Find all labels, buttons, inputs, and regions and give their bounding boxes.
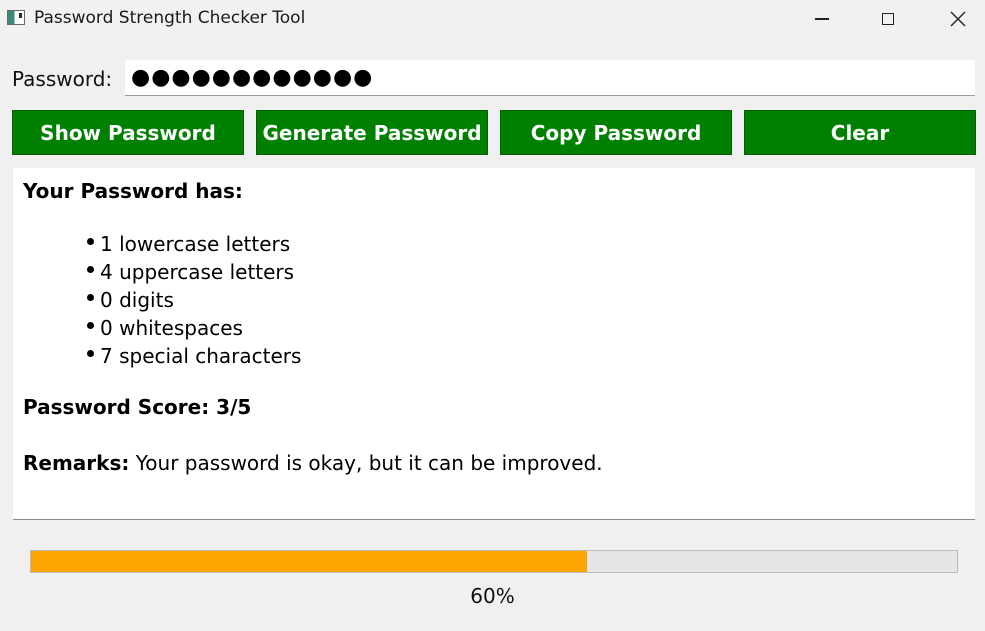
close-button[interactable]	[928, 0, 985, 38]
bullet-icon	[87, 237, 94, 245]
stat-text: lowercase letters	[119, 232, 291, 256]
show-password-button[interactable]: Show Password	[12, 110, 244, 155]
bullet-icon	[87, 321, 94, 329]
list-item: 4 uppercase letters	[87, 258, 301, 286]
progress-fill	[31, 551, 587, 572]
progress-percent: 60%	[470, 584, 515, 608]
strength-progress-bar	[30, 550, 958, 573]
clear-button[interactable]: Clear	[744, 110, 976, 155]
app-window-icon	[7, 10, 25, 25]
password-input[interactable]	[125, 60, 975, 96]
list-item: 0 whitespaces	[87, 314, 301, 342]
maximize-button[interactable]	[858, 0, 918, 38]
app-window: Password Strength Checker Tool Password:…	[0, 0, 985, 631]
stat-count: 4	[100, 260, 113, 284]
remarks-label: Remarks:	[23, 451, 130, 475]
copy-password-button[interactable]: Copy Password	[500, 110, 732, 155]
bullet-icon	[87, 349, 94, 357]
stat-count: 0	[100, 288, 113, 312]
stat-text: digits	[119, 288, 174, 312]
window-title: Password Strength Checker Tool	[34, 8, 306, 28]
bullet-icon	[87, 265, 94, 273]
generate-password-button[interactable]: Generate Password	[256, 110, 488, 155]
stat-count: 0	[100, 316, 113, 340]
stat-text: uppercase letters	[119, 260, 295, 284]
stat-count: 7	[100, 344, 113, 368]
list-item: 1 lowercase letters	[87, 230, 301, 258]
minimize-icon	[815, 18, 829, 20]
stats-list: 1 lowercase letters 4 uppercase letters …	[87, 230, 301, 370]
close-icon	[950, 11, 966, 27]
minimize-button[interactable]	[792, 0, 852, 38]
stat-text: whitespaces	[119, 316, 243, 340]
list-item: 7 special characters	[87, 342, 301, 370]
maximize-icon	[882, 13, 894, 25]
result-panel: Your Password has: 1 lowercase letters 4…	[13, 168, 975, 520]
list-item: 0 digits	[87, 286, 301, 314]
result-heading: Your Password has:	[23, 179, 243, 203]
stat-text: special characters	[119, 344, 302, 368]
password-score: Password Score: 3/5	[23, 395, 252, 419]
title-bar: Password Strength Checker Tool	[0, 0, 985, 40]
remarks: Remarks: Your password is okay, but it c…	[23, 451, 603, 475]
stat-count: 1	[100, 232, 113, 256]
password-label: Password:	[12, 67, 113, 91]
remarks-text: Your password is okay, but it can be imp…	[135, 451, 603, 475]
bullet-icon	[87, 293, 94, 301]
